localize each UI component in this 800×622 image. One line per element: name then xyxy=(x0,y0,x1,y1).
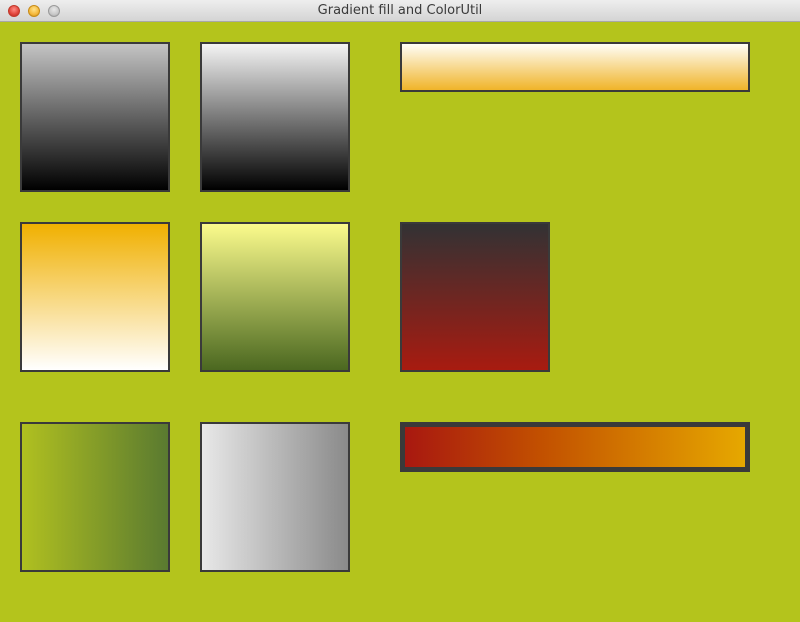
title-bar[interactable]: Gradient fill and ColorUtil xyxy=(0,0,800,22)
gradient-swatch-orange-to-white xyxy=(20,222,170,372)
gradient-swatch-yellow-to-olive xyxy=(200,222,350,372)
gradient-swatch-white-to-black xyxy=(200,42,350,192)
gradient-swatch-lime-to-green xyxy=(20,422,170,572)
window-title: Gradient fill and ColorUtil xyxy=(317,3,483,18)
gradient-bar-white-to-orange xyxy=(400,42,750,92)
gradient-bar-red-to-orange xyxy=(400,422,750,472)
gradient-swatch-lightgray-to-gray xyxy=(200,422,350,572)
gradient-swatch-gray-to-black xyxy=(20,42,170,192)
gradient-swatch-charcoal-to-red xyxy=(400,222,550,372)
app-window: Gradient fill and ColorUtil xyxy=(0,0,800,622)
